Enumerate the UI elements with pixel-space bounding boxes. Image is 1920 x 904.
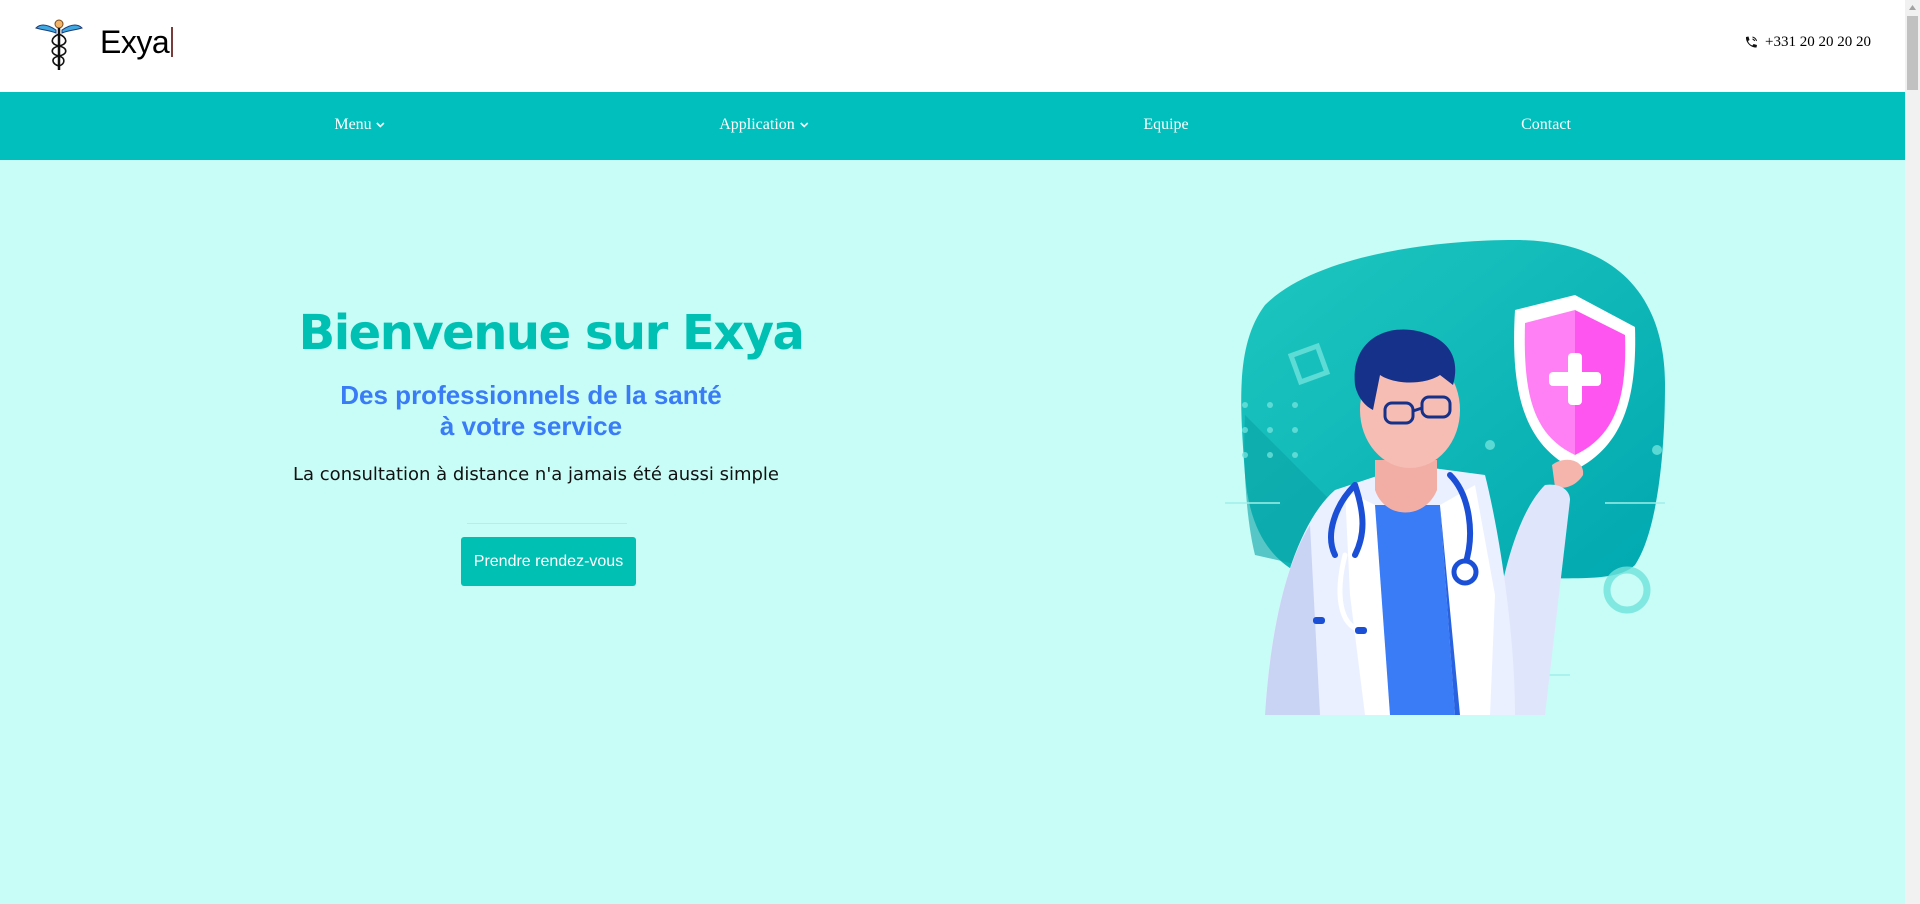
scroll-up-arrow-icon[interactable] — [1905, 0, 1920, 15]
phone-contact[interactable]: +331 20 20 20 20 — [1743, 34, 1871, 51]
nav-item-application[interactable]: Application — [719, 116, 809, 134]
chevron-down-icon — [376, 122, 385, 128]
caduceus-icon[interactable] — [32, 16, 86, 72]
hero-subtitle: Des professionnels de la santé à votre s… — [340, 380, 721, 442]
text-cursor — [171, 27, 174, 57]
hero-subtitle-line: Des professionnels de la santé — [340, 380, 722, 410]
hero-description: La consultation à distance n'a jamais ét… — [293, 464, 779, 485]
chevron-down-icon — [799, 122, 808, 128]
nav-item-contact[interactable]: Contact — [1521, 116, 1571, 134]
scrollbar-thumb[interactable] — [1907, 16, 1918, 90]
nav-item-label: Application — [719, 116, 795, 133]
brand-name[interactable]: Exya — [100, 24, 174, 61]
phone-number: +331 20 20 20 20 — [1765, 34, 1871, 50]
phone-icon — [1745, 36, 1758, 48]
main-navigation: Menu Application Equipe Contact — [0, 92, 1905, 160]
nav-item-label: Equipe — [1143, 116, 1189, 133]
hero-subtitle-line: à votre service — [439, 411, 623, 441]
hero-title: Bienvenue sur Exya — [298, 305, 805, 361]
site-header: Exya +331 20 20 20 20 — [0, 0, 1905, 92]
book-appointment-button[interactable]: Prendre rendez-vous — [461, 537, 636, 586]
nav-item-label: Menu — [334, 116, 372, 133]
vertical-scrollbar[interactable] — [1905, 0, 1920, 904]
hero-divider — [467, 523, 627, 524]
nav-item-label: Contact — [1521, 116, 1571, 133]
nav-item-menu[interactable]: Menu — [334, 116, 385, 134]
nav-item-equipe[interactable]: Equipe — [1143, 116, 1188, 134]
doctor-with-shield-illustration — [1225, 240, 1665, 715]
